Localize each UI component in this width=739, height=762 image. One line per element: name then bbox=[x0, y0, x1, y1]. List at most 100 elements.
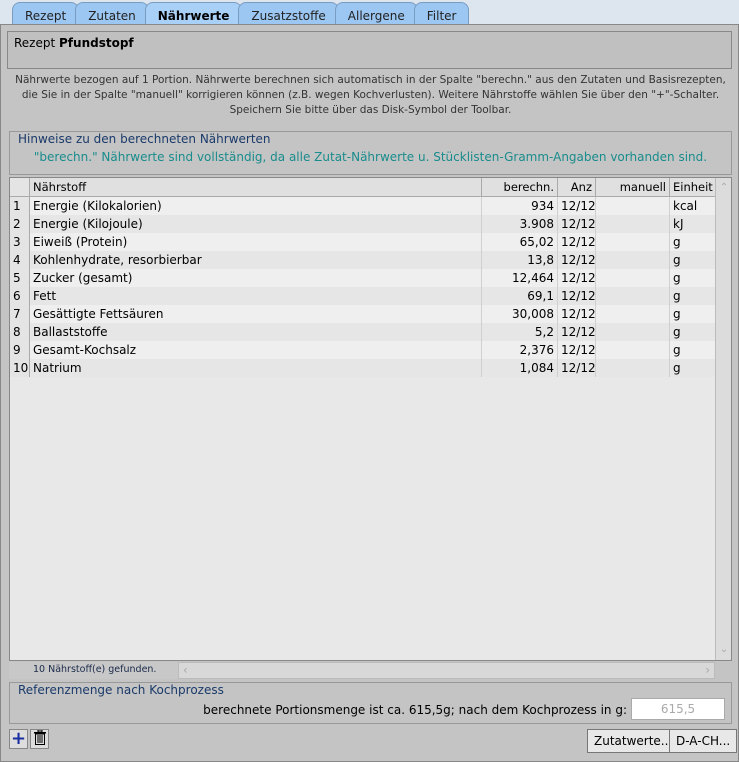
calculated-value: 3.908 bbox=[482, 215, 558, 233]
zutatwerte-button[interactable]: Zutatwerte... bbox=[587, 729, 680, 753]
hint-title: Hinweise zu den berechneten Nährwerten bbox=[18, 132, 271, 146]
hint-message: "berechn." Nährwerte sind vollständig, d… bbox=[33, 150, 708, 164]
row-index: 2 bbox=[10, 215, 30, 233]
row-index: 7 bbox=[10, 305, 30, 323]
scroll-down-icon[interactable]: ⌄ bbox=[716, 642, 731, 658]
status-text: 10 Nährstoff(e) gefunden. bbox=[9, 662, 178, 679]
manual-value[interactable] bbox=[596, 269, 670, 287]
table-row[interactable]: 2 Energie (Kilojoule) 3.908 12/12 kJ bbox=[10, 215, 716, 233]
count: 12/12 bbox=[558, 287, 596, 305]
table-row[interactable]: 8 Ballaststoffe 5,2 12/12 g bbox=[10, 323, 716, 341]
calculated-value: 30,008 bbox=[482, 305, 558, 323]
manual-value[interactable] bbox=[596, 341, 670, 359]
row-index: 5 bbox=[10, 269, 30, 287]
scroll-up-icon[interactable]: ⌃ bbox=[716, 180, 731, 196]
hint-box: Hinweise zu den berechneten Nährwerten "… bbox=[9, 131, 732, 175]
trash-icon bbox=[33, 729, 46, 745]
header-einheit[interactable]: Einheit bbox=[670, 178, 716, 196]
vertical-scrollbar[interactable]: ⌃ ⌄ bbox=[715, 178, 731, 660]
table-row[interactable]: 9 Gesamt-Kochsalz 2,376 12/12 g bbox=[10, 341, 716, 359]
nutrient-name: Eiweiß (Protein) bbox=[30, 233, 482, 251]
count: 12/12 bbox=[558, 215, 596, 233]
unit: g bbox=[670, 287, 716, 305]
plus-icon: + bbox=[10, 728, 27, 749]
table-row[interactable]: 5 Zucker (gesamt) 12,464 12/12 g bbox=[10, 269, 716, 287]
count: 12/12 bbox=[558, 359, 596, 377]
recipe-label: Rezept bbox=[14, 36, 56, 50]
manual-value[interactable] bbox=[596, 359, 670, 377]
horizontal-scrollbar[interactable]: ‹ › bbox=[178, 662, 715, 679]
unit: g bbox=[670, 233, 716, 251]
header-manuell[interactable]: manuell bbox=[596, 178, 670, 196]
reference-title: Referenzmenge nach Kochprozess bbox=[18, 683, 224, 697]
calculated-value: 2,376 bbox=[482, 341, 558, 359]
unit: g bbox=[670, 269, 716, 287]
tab-filter[interactable]: Filter bbox=[413, 2, 470, 24]
scroll-left-icon[interactable]: ‹ bbox=[183, 663, 188, 677]
add-nutrient-button[interactable]: + bbox=[9, 729, 28, 749]
tab-zusatzstoffe[interactable]: Zusatzstoffe bbox=[238, 2, 339, 24]
manual-value[interactable] bbox=[596, 197, 670, 215]
count: 12/12 bbox=[558, 323, 596, 341]
calculated-value: 5,2 bbox=[482, 323, 558, 341]
row-index: 8 bbox=[10, 323, 30, 341]
count: 12/12 bbox=[558, 197, 596, 215]
unit: g bbox=[670, 323, 716, 341]
unit: kcal bbox=[670, 197, 716, 215]
calculated-value: 1,084 bbox=[482, 359, 558, 377]
delete-button[interactable] bbox=[30, 729, 49, 749]
scroll-right-icon[interactable]: › bbox=[705, 663, 710, 677]
header-anz[interactable]: Anz bbox=[558, 178, 596, 196]
table-row[interactable]: 4 Kohlenhydrate, resorbierbar 13,8 12/12 g bbox=[10, 251, 716, 269]
header-index bbox=[10, 178, 30, 196]
nutrient-name: Energie (Kilokalorien) bbox=[30, 197, 482, 215]
table-row[interactable]: 7 Gesättigte Fettsäuren 30,008 12/12 g bbox=[10, 305, 716, 323]
header-naehrstoff[interactable]: Nährstoff bbox=[30, 178, 482, 196]
tab-bar: Rezept Zutaten Nährwerte Zusatzstoffe Al… bbox=[12, 2, 470, 24]
nutrient-name: Zucker (gesamt) bbox=[30, 269, 482, 287]
nutrient-name: Natrium bbox=[30, 359, 482, 377]
table-row[interactable]: 3 Eiweiß (Protein) 65,02 12/12 g bbox=[10, 233, 716, 251]
manual-value[interactable] bbox=[596, 323, 670, 341]
nutrient-name: Kohlenhydrate, resorbierbar bbox=[30, 251, 482, 269]
info-text: Nährwerte bezogen auf 1 Portion. Nährwer… bbox=[15, 74, 726, 116]
row-index: 6 bbox=[10, 287, 30, 305]
tab-naehrwerte[interactable]: Nährwerte bbox=[144, 2, 243, 24]
nutrient-name: Fett bbox=[30, 287, 482, 305]
reference-label: berechnete Portionsmenge ist ca. 615,5g;… bbox=[203, 703, 627, 717]
nutrient-name: Gesättigte Fettsäuren bbox=[30, 305, 482, 323]
manual-value[interactable] bbox=[596, 305, 670, 323]
calculated-value: 65,02 bbox=[482, 233, 558, 251]
manual-value[interactable] bbox=[596, 251, 670, 269]
cooked-weight-input[interactable] bbox=[631, 698, 725, 720]
nutrient-name: Ballaststoffe bbox=[30, 323, 482, 341]
manual-value[interactable] bbox=[596, 233, 670, 251]
row-index: 10 bbox=[10, 359, 30, 377]
row-index: 4 bbox=[10, 251, 30, 269]
calculated-value: 13,8 bbox=[482, 251, 558, 269]
row-index: 3 bbox=[10, 233, 30, 251]
unit: kJ bbox=[670, 215, 716, 233]
table-row[interactable]: 1 Energie (Kilokalorien) 934 12/12 kcal bbox=[10, 197, 716, 215]
manual-value[interactable] bbox=[596, 215, 670, 233]
naehrwerte-panel: Rezept Pfundstopf Nährwerte bezogen auf … bbox=[0, 24, 739, 762]
manual-value[interactable] bbox=[596, 287, 670, 305]
unit: g bbox=[670, 251, 716, 269]
header-berechn[interactable]: berechn. bbox=[482, 178, 558, 196]
table-row[interactable]: 6 Fett 69,1 12/12 g bbox=[10, 287, 716, 305]
count: 12/12 bbox=[558, 269, 596, 287]
row-index: 9 bbox=[10, 341, 30, 359]
row-index: 1 bbox=[10, 197, 30, 215]
tab-zutaten[interactable]: Zutaten bbox=[75, 2, 149, 24]
nutrient-name: Energie (Kilojoule) bbox=[30, 215, 482, 233]
count: 12/12 bbox=[558, 305, 596, 323]
table-row[interactable]: 10 Natrium 1,084 12/12 g bbox=[10, 359, 716, 377]
calculated-value: 12,464 bbox=[482, 269, 558, 287]
tab-allergene[interactable]: Allergene bbox=[334, 2, 418, 24]
unit: g bbox=[670, 341, 716, 359]
unit: g bbox=[670, 359, 716, 377]
count: 12/12 bbox=[558, 341, 596, 359]
dach-button[interactable]: D-A-CH... bbox=[669, 729, 738, 753]
reference-box: Referenzmenge nach Kochprozess berechnet… bbox=[9, 682, 732, 724]
tab-rezept[interactable]: Rezept bbox=[12, 2, 80, 24]
